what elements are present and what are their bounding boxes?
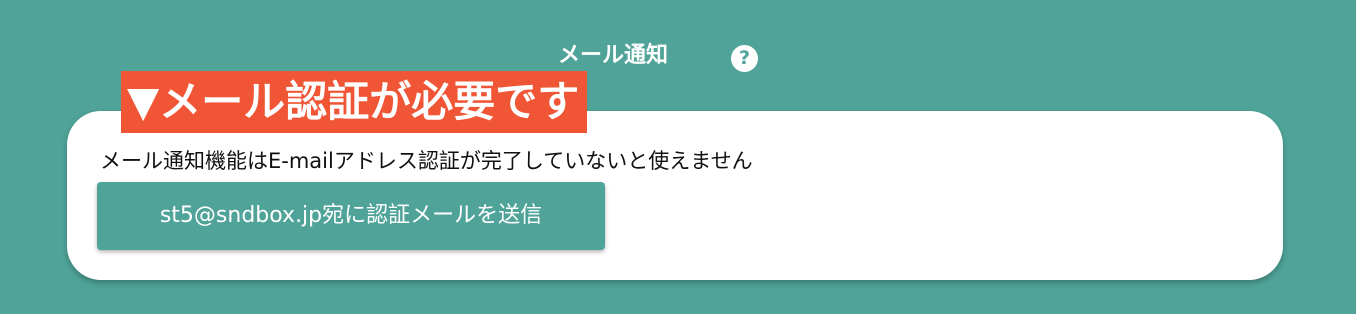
verification-required-banner: ▼メール認証が必要です xyxy=(121,71,588,133)
question-circle-icon[interactable]: ? xyxy=(731,45,758,72)
section-title: メール通知 xyxy=(558,43,669,68)
send-verification-email-button[interactable]: st5@sndbox.jp宛に認証メールを送信 xyxy=(97,182,605,250)
verification-description: メール通知機能はE-mailアドレス認証が完了していないと使えません xyxy=(100,149,753,173)
